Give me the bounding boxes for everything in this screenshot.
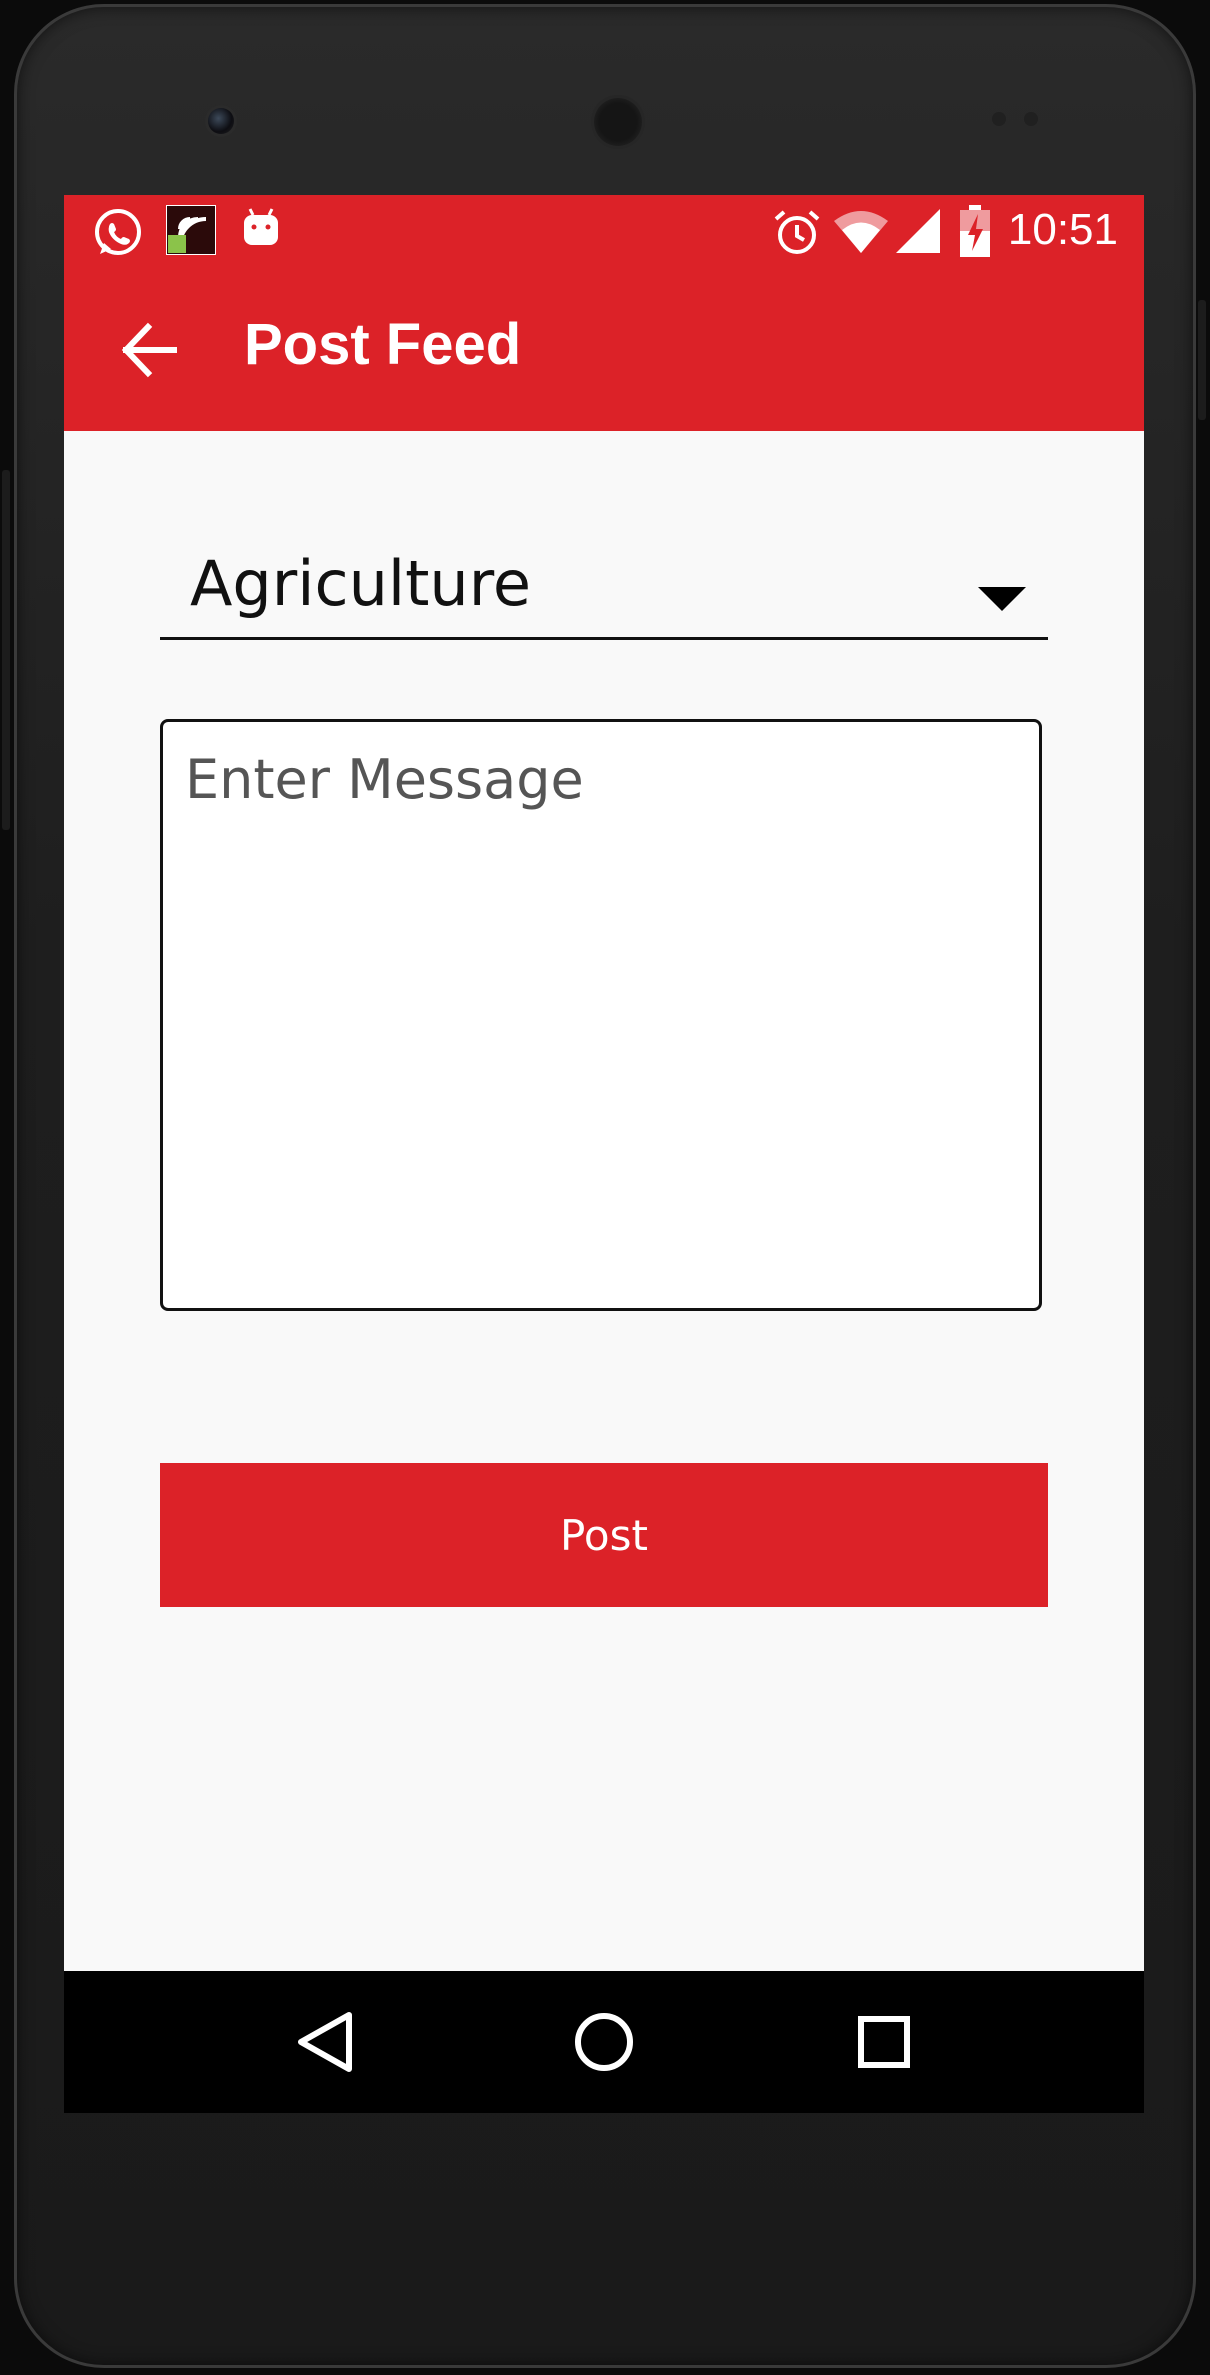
status-time: 10:51 — [1007, 205, 1118, 254]
arrow-left-icon — [121, 322, 177, 378]
page-title: Post Feed — [244, 312, 522, 377]
light-sensor — [1024, 112, 1038, 126]
earpiece-speaker — [594, 98, 642, 146]
front-camera — [208, 108, 234, 134]
proximity-sensor — [992, 112, 1006, 126]
message-input[interactable] — [160, 719, 1042, 1311]
post-button[interactable]: Post — [160, 1463, 1048, 1607]
nav-home-button[interactable] — [559, 1997, 649, 2087]
status-bar: 10:51 — [64, 195, 1144, 271]
nav-recents-button[interactable] — [839, 1997, 929, 2087]
app-toolbar: Post Feed — [64, 271, 1144, 431]
power-button — [1198, 300, 1206, 420]
android-icon — [244, 208, 278, 245]
category-selected-value: Agriculture — [190, 547, 531, 620]
app-screen: 10:51 Post Feed Agriculture Post — [64, 195, 1144, 2113]
whatsapp-icon — [95, 209, 141, 255]
wifi-icon — [834, 211, 888, 253]
cast-app-icon — [166, 205, 216, 255]
back-triangle-icon — [298, 2012, 352, 2072]
category-dropdown[interactable]: Agriculture — [160, 495, 1048, 640]
navigation-bar — [64, 1971, 1144, 2113]
volume-button — [2, 470, 10, 830]
recents-square-icon — [858, 2016, 910, 2068]
dropdown-triangle-icon — [978, 587, 1026, 611]
signal-icon — [896, 209, 940, 253]
home-circle-icon — [575, 2013, 633, 2071]
battery-charging-icon — [960, 205, 990, 257]
nav-back-button[interactable] — [279, 1997, 369, 2087]
back-button[interactable] — [114, 315, 184, 385]
alarm-icon — [774, 210, 820, 254]
